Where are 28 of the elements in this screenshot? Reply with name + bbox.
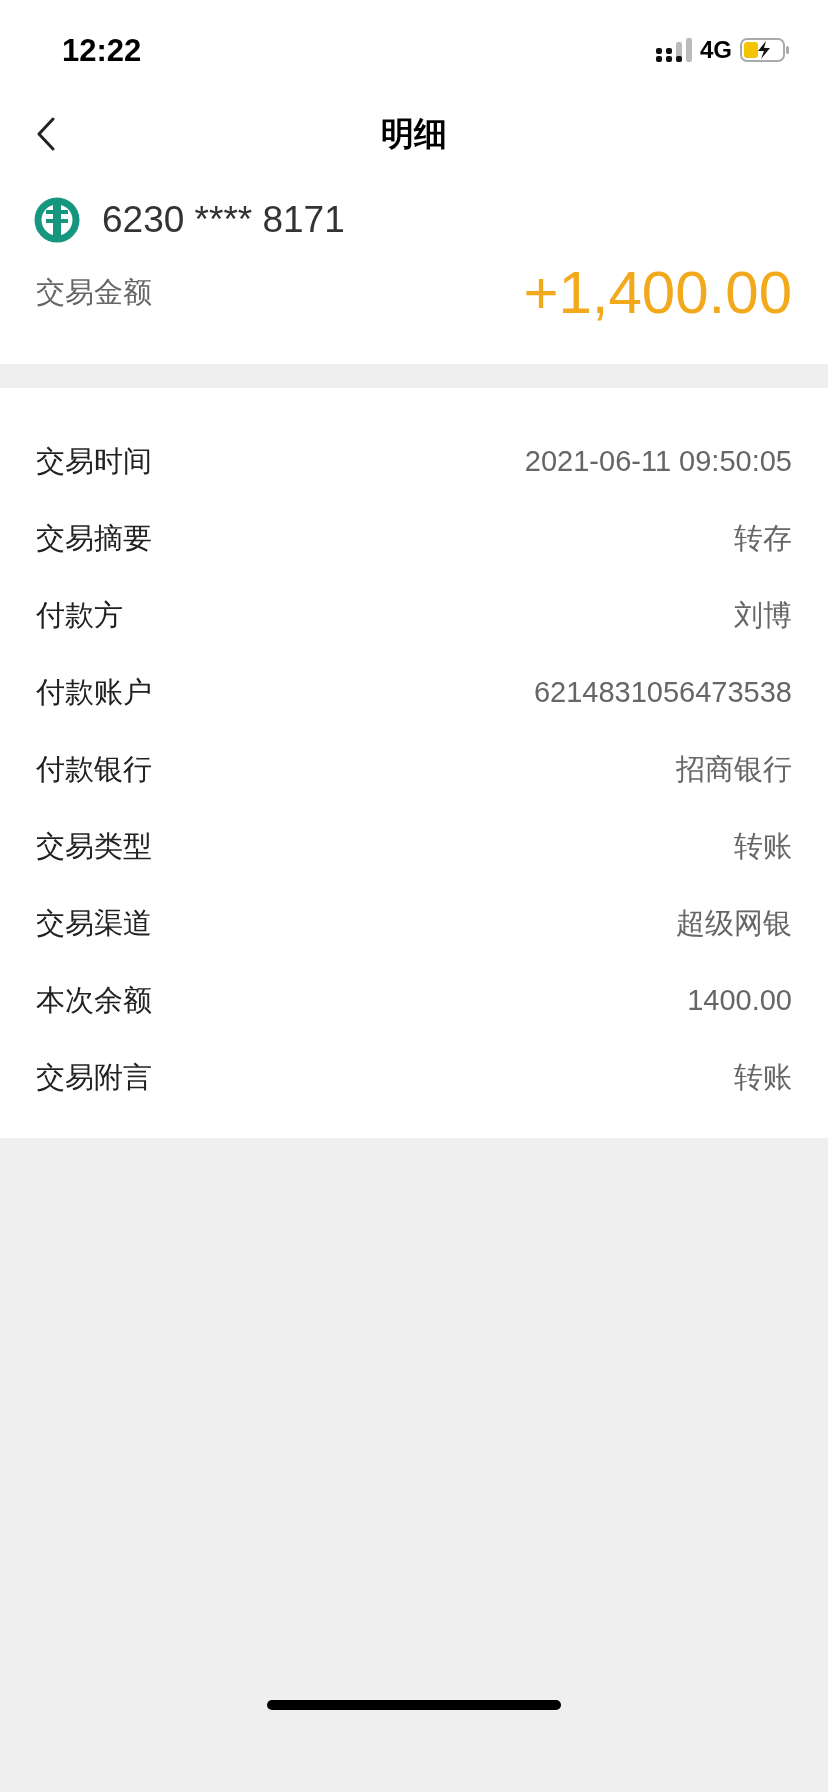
detail-value: 转存: [734, 520, 792, 556]
transaction-amount: +1,400.00: [523, 258, 792, 328]
back-chevron-icon: [36, 117, 56, 151]
detail-label: 交易时间: [36, 443, 152, 479]
status-time: 12:22: [62, 31, 142, 70]
detail-value: 转账: [734, 828, 792, 864]
detail-value: 超级网银: [676, 905, 792, 941]
card-number: 6230 **** 8171: [102, 198, 345, 243]
network-label: 4G: [700, 35, 732, 65]
amount-label: 交易金额: [36, 275, 152, 311]
detail-value: 转账: [734, 1059, 792, 1095]
detail-label: 本次余额: [36, 982, 152, 1018]
battery-charging-icon: [740, 38, 790, 62]
detail-label: 付款银行: [36, 751, 152, 787]
bank-logo-icon: [34, 197, 80, 243]
detail-label: 交易附言: [36, 1059, 152, 1095]
detail-value: 招商银行: [676, 751, 792, 787]
detail-label: 交易摘要: [36, 520, 152, 556]
detail-value: 6214831056473538: [533, 674, 792, 710]
detail-label: 交易渠道: [36, 905, 152, 941]
detail-label: 付款方: [36, 597, 123, 633]
detail-label: 付款账户: [36, 674, 152, 710]
detail-value: 2021-06-11 09:50:05: [524, 443, 792, 479]
page-title: 明细: [381, 114, 447, 155]
signal-icon: [656, 38, 692, 62]
detail-label: 交易类型: [36, 828, 152, 864]
detail-value: 1400.00: [687, 982, 792, 1018]
detail-value: 刘博: [734, 597, 792, 633]
